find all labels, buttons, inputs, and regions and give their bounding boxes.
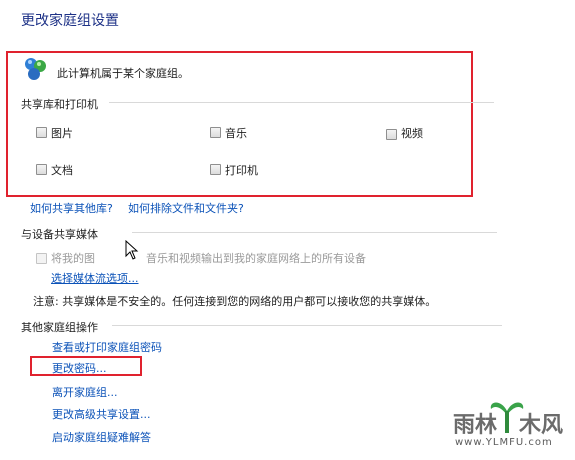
link-choose-media-options[interactable]: 选择媒体流选项... [51,270,139,286]
checkbox-documents[interactable] [36,164,47,175]
link-exclude-files[interactable]: 如何排除文件和文件夹? [128,200,244,216]
page-title: 更改家庭组设置 [21,13,119,29]
stream-media-label-part1: 将我的图 [51,252,95,265]
stream-media-label-part2: 音乐和视频输出到我的家庭网络上的所有设备 [146,252,366,265]
checkbox-pictures[interactable] [36,127,47,138]
section-heading-other-actions: 其他家庭组操作 [21,321,98,334]
media-security-note: 注意: 共享媒体是不安全的。任何连接到您的网络的用户都可以接收您的共享媒体。 [33,295,437,308]
checkbox-label-printers[interactable]: 打印机 [225,162,258,178]
checkbox-label-documents[interactable]: 文档 [51,162,73,178]
divider [109,102,494,103]
checkbox-stream-media[interactable] [36,253,47,264]
homegroup-icon [22,56,48,82]
divider [132,232,497,233]
link-leave-homegroup[interactable]: 离开家庭组... [52,384,118,400]
watermark-brand-left: 雨林 [453,413,498,438]
checkbox-music[interactable] [210,127,221,138]
checkbox-printers[interactable] [210,164,221,175]
checkbox-label-music[interactable]: 音乐 [225,125,247,141]
watermark-brand-right: 木风 [519,413,564,438]
link-view-print-password[interactable]: 查看或打印家庭组密码 [52,339,162,355]
watermark-url: www.YLMFU.com [455,437,553,448]
homegroup-status-text: 此计算机属于某个家庭组。 [57,67,189,80]
divider [112,325,502,326]
section-heading-media: 与设备共享媒体 [21,228,98,241]
checkbox-label-videos[interactable]: 视频 [401,125,423,141]
mouse-pointer-icon [125,239,139,263]
link-change-password[interactable]: 更改密码... [52,360,107,376]
checkbox-videos[interactable] [386,129,397,140]
checkbox-label-pictures[interactable]: 图片 [51,125,73,141]
link-share-other-libraries[interactable]: 如何共享其他库? [30,200,113,216]
link-advanced-sharing[interactable]: 更改高级共享设置... [52,406,151,422]
watermark-logo: 雨林 木风 www.YLMFU.com [441,393,573,457]
section-heading-libraries: 共享库和打印机 [21,98,98,111]
link-homegroup-troubleshooter[interactable]: 启动家庭组疑难解答 [52,429,151,445]
